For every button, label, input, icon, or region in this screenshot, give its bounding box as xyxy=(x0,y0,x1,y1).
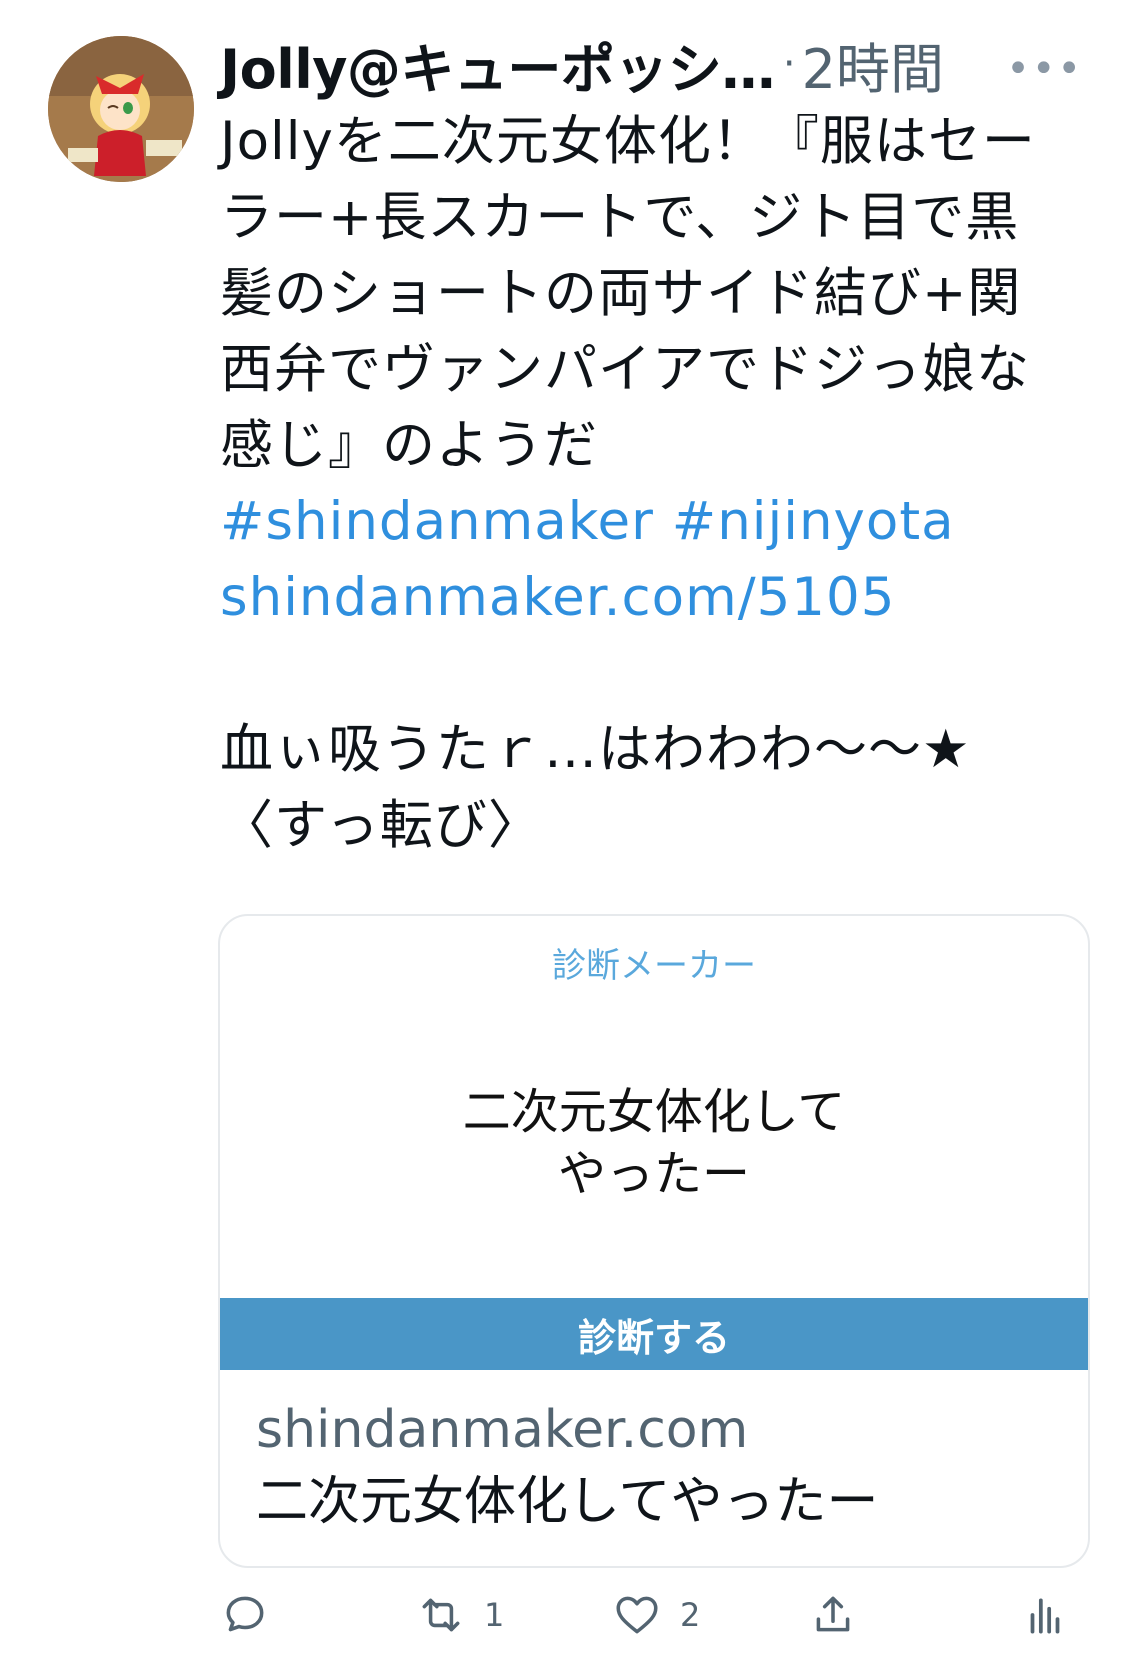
card-diagnose-button[interactable]: 診断する xyxy=(220,1298,1088,1370)
separator-dot: · xyxy=(782,41,796,87)
tweet-line: Jollyを二次元女体化！『服はセー xyxy=(220,111,1036,172)
timestamp[interactable]: 2時間 xyxy=(802,25,944,104)
like-button[interactable]: 2 xyxy=(612,1590,700,1640)
share-icon xyxy=(816,1596,850,1632)
avatar[interactable] xyxy=(48,36,194,182)
share-button[interactable] xyxy=(808,1590,858,1640)
tweet-line: ラー+長スカートで、ジト目で黒 xyxy=(220,187,1020,248)
card-title-line: 二次元女体化して xyxy=(462,1084,846,1140)
action-bar: 1 2 xyxy=(220,1590,1090,1660)
analytics-button[interactable] xyxy=(1020,1590,1070,1640)
author-name[interactable]: Jolly@キューポッシ… xyxy=(220,25,775,104)
tweet-line: 感じ』のようだ xyxy=(220,415,598,476)
like-count: 2 xyxy=(680,1596,701,1634)
tweet-line: 血ぃ吸うたｒ…はわわわ〜〜★ xyxy=(220,719,971,780)
retweet-count: 1 xyxy=(484,1596,505,1634)
tweet-text: Jollyを二次元女体化！『服はセー ラー+長スカートで、ジト目で黒 髪のショー… xyxy=(220,104,1090,864)
retweet-icon xyxy=(422,1598,460,1632)
analytics-icon xyxy=(1030,1598,1060,1634)
reply-button[interactable] xyxy=(220,1590,270,1640)
heart-icon xyxy=(616,1596,658,1634)
avatar-image xyxy=(48,36,194,182)
tweet-line: 西弁でヴァンパイアでドジっ娘な xyxy=(220,339,1030,400)
card-title-line: やったー xyxy=(557,1146,750,1202)
card-title: 二次元女体化して やったー xyxy=(220,1081,1088,1205)
tweet-line: 髪のショートの両サイド結び+関 xyxy=(220,263,1022,324)
more-options-icon[interactable]: ••• xyxy=(1006,46,1083,92)
tweet-line: 〈すっ転び〉 xyxy=(220,795,542,856)
card-site-name: 診断メーカー xyxy=(552,946,756,986)
tweet-header: Jolly@キューポッシ… · 2時間 ••• xyxy=(220,28,1095,101)
card-domain: shindanmaker.com xyxy=(256,1400,749,1460)
retweet-button[interactable]: 1 xyxy=(416,1590,504,1640)
tweet-url-link[interactable]: shindanmaker.com/5105 xyxy=(220,560,1090,636)
hashtag-links[interactable]: #shindanmaker #nijinyota xyxy=(220,484,1090,560)
card-footer: shindanmaker.com 二次元女体化してやったー xyxy=(256,1394,878,1538)
link-preview-card[interactable]: 診断メーカー 二次元女体化して やったー 診断する shindanmaker.c… xyxy=(218,914,1090,1568)
reply-icon xyxy=(226,1596,264,1632)
card-footer-title: 二次元女体化してやったー xyxy=(256,1472,879,1532)
